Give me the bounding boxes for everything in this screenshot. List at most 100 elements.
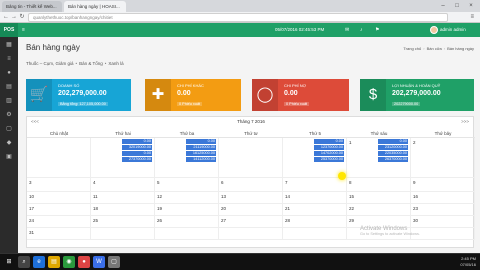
calendar-day-cell[interactable]: 2 — [411, 138, 475, 177]
minimize-icon[interactable]: – — [436, 0, 450, 12]
terminal-icon[interactable]: ▢ — [108, 256, 120, 268]
calendar-day-cell[interactable]: 5 — [155, 178, 219, 191]
bell-icon[interactable]: ♪ — [360, 23, 363, 37]
filter-item-2[interactable]: Bán & Tổng — [79, 61, 103, 66]
mail-icon[interactable]: ✉ — [345, 23, 349, 37]
search-icon[interactable]: ⌕ — [18, 256, 30, 268]
calendar-day-cell[interactable]: 7 — [283, 178, 347, 191]
sales-amount-mark[interactable]: 14702000.00 — [314, 151, 344, 156]
dashboard-icon[interactable]: ▦ — [0, 39, 18, 51]
sales-amount-mark[interactable]: 14112000.00 — [186, 157, 216, 162]
user-icon[interactable]: ● — [0, 67, 18, 79]
calendar-day-cell[interactable] — [219, 138, 283, 177]
report-icon[interactable]: ▣ — [0, 151, 18, 163]
calendar-day-cell[interactable]: 6 — [219, 178, 283, 191]
sales-amount-mark[interactable]: 23120000.00 — [378, 145, 408, 150]
sales-amount-mark[interactable]: 0.00 — [122, 151, 152, 156]
close-window-icon[interactable]: × — [464, 0, 478, 12]
url-input[interactable]: quanlythethuoc.top/banhangngay/chitiet — [28, 13, 448, 22]
avatar[interactable] — [430, 26, 438, 34]
sales-amount-mark[interactable]: 0.00 — [122, 139, 152, 144]
calendar-day-cell[interactable]: 8 — [347, 178, 411, 191]
system-clock[interactable]: 2:45 PM 07/05/16 — [460, 256, 476, 268]
calendar-day-cell[interactable]: 9 — [411, 178, 475, 191]
forward-icon[interactable]: → — [10, 13, 18, 22]
filter-item-1[interactable]: Thuốc – Cụm, Giảm giá — [26, 61, 74, 66]
browser-tab-2[interactable]: Bán hàng ngày | HOASI... — [64, 1, 126, 12]
calendar-day-cell[interactable] — [91, 228, 155, 239]
calendar-day-cell[interactable] — [219, 228, 283, 239]
calendar-day-cell[interactable]: 13 — [219, 192, 283, 203]
calendar-day-cell[interactable]: 15 — [347, 192, 411, 203]
breadcrumb-home[interactable]: Trang chủ — [403, 46, 421, 51]
start-icon[interactable]: ⊞ — [3, 256, 15, 268]
sales-amount-mark[interactable]: 32019000.00 — [122, 145, 152, 150]
calendar-day-cell[interactable]: 19 — [155, 204, 219, 215]
calendar-day-cell[interactable]: 25 — [91, 216, 155, 227]
calendar-day-cell[interactable]: 27 — [219, 216, 283, 227]
sales-amount-mark[interactable]: 25370000.00 — [314, 157, 344, 162]
chrome-icon[interactable]: ◉ — [63, 256, 75, 268]
maximize-icon[interactable]: □ — [450, 0, 464, 12]
menu-toggle-icon[interactable]: ≡ — [22, 23, 25, 37]
sales-amount-mark[interactable]: 0.00 — [378, 139, 408, 144]
calendar-day-cell[interactable]: 12 — [155, 192, 219, 203]
word-icon[interactable]: W — [93, 256, 105, 268]
calendar-day-cell[interactable]: 26 — [155, 216, 219, 227]
calendar-day-cell[interactable]: 16 — [411, 192, 475, 203]
calendar-day-cell[interactable]: 30 — [411, 216, 475, 227]
calendar-day-cell[interactable]: 1 0.00 23120000.00 22035000.00 26370000.00 — [347, 138, 411, 177]
folder-icon[interactable]: ▤ — [48, 256, 60, 268]
sales-amount-mark[interactable]: 27370000.00 — [122, 157, 152, 162]
calendar-day-cell[interactable] — [283, 228, 347, 239]
sales-amount-mark[interactable]: 26370000.00 — [378, 157, 408, 162]
calendar-day-cell[interactable]: 3 — [27, 178, 91, 191]
settings-icon[interactable]: ⚙ — [0, 109, 18, 121]
calendar-day-cell[interactable]: 23 — [411, 204, 475, 215]
calendar-day-cell[interactable]: 24 — [27, 216, 91, 227]
calendar-day-cell[interactable]: 0.00 32019000.00 0.00 27370000.00 — [91, 138, 155, 177]
calendar-day-cell[interactable]: 18 — [91, 204, 155, 215]
calendar-next-button[interactable]: >>> — [461, 119, 469, 124]
calendar-day-cell[interactable]: 21 — [283, 204, 347, 215]
calendar-day-cell[interactable]: 31 — [27, 228, 91, 239]
calendar-day-cell[interactable] — [27, 138, 91, 177]
sales-amount-mark[interactable]: 0.00 — [314, 139, 344, 144]
sales-amount-mark[interactable]: 0.00 — [186, 139, 216, 144]
user-name[interactable]: admin admin — [440, 23, 466, 37]
reload-icon[interactable]: ↻ — [18, 13, 26, 22]
calendar-day-cell[interactable]: 11 — [91, 192, 155, 203]
browser-tab-1[interactable]: Bảng tin - Thiết kế Web... — [2, 1, 62, 12]
other-cost-card[interactable]: ✚ CHI PHÍ KHÁC 0.00 0 Phiếu xuất — [145, 79, 241, 111]
grid-icon[interactable]: ▥ — [0, 95, 18, 107]
calendar-day-cell[interactable] — [155, 228, 219, 239]
calendar-day-cell[interactable]: 14 — [283, 192, 347, 203]
back-icon[interactable]: ← — [2, 13, 10, 22]
calendar-day-cell[interactable]: 20 — [219, 204, 283, 215]
sales-amount-mark[interactable]: 22035000.00 — [378, 151, 408, 156]
calendar-day-cell[interactable]: 10 — [27, 192, 91, 203]
calendar-day-cell[interactable]: 28 — [283, 216, 347, 227]
calendar-day-cell[interactable]: 4 — [91, 178, 155, 191]
calendar-day-cell[interactable]: 22 — [347, 204, 411, 215]
sales-amount-mark[interactable]: 21119000.00 — [186, 145, 216, 150]
calendar-day-cell[interactable]: 17 — [27, 204, 91, 215]
sales-amount-mark[interactable]: 16125000.00 — [186, 151, 216, 156]
flag-icon[interactable]: ⚑ — [375, 23, 379, 37]
browser-menu-icon[interactable]: ≡ — [470, 13, 474, 22]
chart-icon[interactable]: ▤ — [0, 81, 18, 93]
debt-card[interactable]: ◯ CHI PHÍ NỢ 0.00 0 Phiếu xuất — [252, 79, 349, 111]
sales-amount-mark[interactable]: 12370000.00 — [314, 145, 344, 150]
app-logo[interactable]: POS — [0, 23, 18, 37]
profit-card[interactable]: $ LỢI NHUẬN & HOÀN QUỸ 202,279,000.00 20… — [360, 79, 474, 111]
app-icon[interactable]: ● — [78, 256, 90, 268]
tag-icon[interactable]: ◆ — [0, 137, 18, 149]
calendar-day-cell[interactable] — [411, 228, 475, 239]
list-icon[interactable]: ≡ — [0, 53, 18, 65]
revenue-card[interactable]: 🛒 DOANH SỐ 202,279,000.00 Bằng tổng: 127… — [26, 79, 131, 111]
ie-icon[interactable]: e — [33, 256, 45, 268]
file-icon[interactable]: ▢ — [0, 123, 18, 135]
calendar-day-cell[interactable]: 0.00 12370000.00 14702000.00 25370000.00 — [283, 138, 347, 177]
breadcrumb-sales[interactable]: Bán cửa — [427, 46, 442, 51]
calendar-day-cell[interactable]: 0.00 21119000.00 16125000.00 14112000.00 — [155, 138, 219, 177]
